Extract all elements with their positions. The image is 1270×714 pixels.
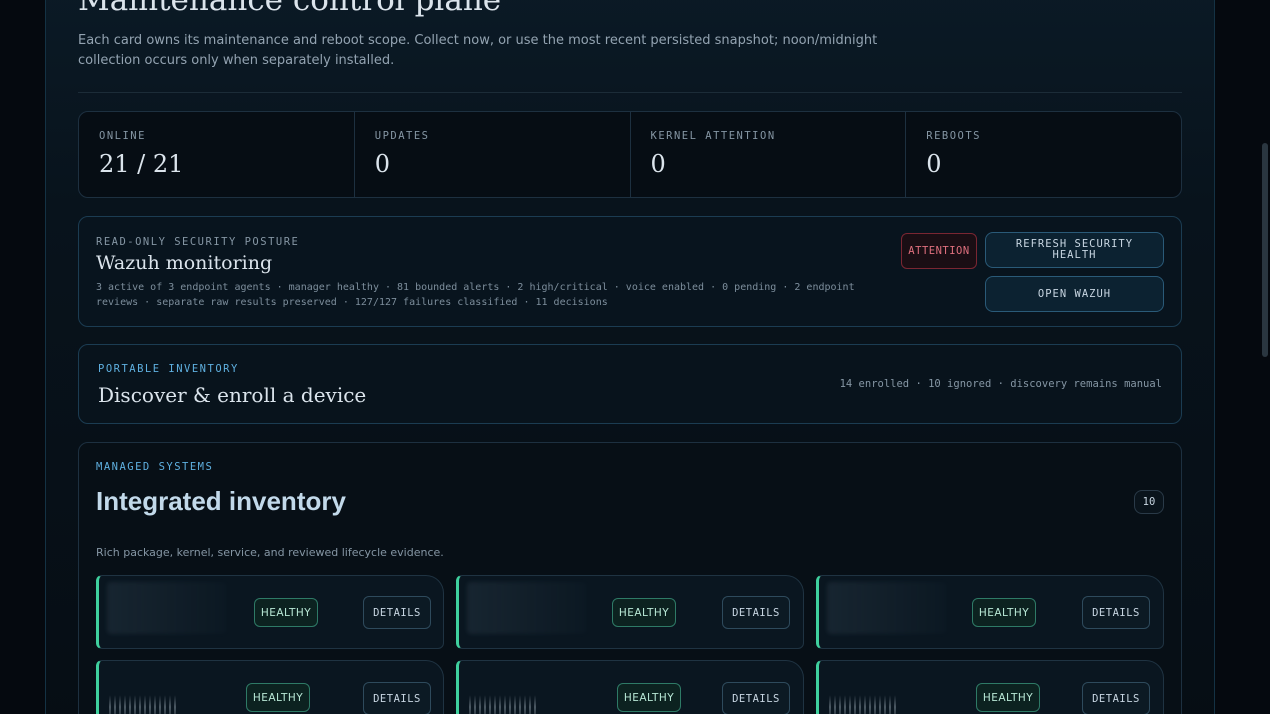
stat-label: UPDATES — [374, 130, 430, 142]
system-card: HEALTHY DETAILS — [96, 660, 444, 714]
stat-value: 0 — [650, 150, 666, 178]
security-posture-card: READ-ONLY SECURITY POSTURE Wazuh monitor… — [78, 216, 1182, 327]
refresh-security-health-button[interactable]: REFRESH SECURITY HEALTH — [985, 232, 1164, 268]
healthy-badge: HEALTHY — [976, 683, 1040, 712]
inventory-kicker: PORTABLE INVENTORY — [98, 363, 239, 375]
stat-label: REBOOTS — [926, 130, 982, 142]
stats-bar: ONLINE 21 / 21 UPDATES 0 KERNEL ATTENTIO… — [78, 111, 1182, 198]
managed-title: Integrated inventory — [96, 486, 346, 516]
inventory-title: Discover & enroll a device — [98, 383, 367, 407]
portable-inventory-card[interactable]: PORTABLE INVENTORY Discover & enroll a d… — [78, 344, 1182, 424]
healthy-badge: HEALTHY — [617, 683, 681, 712]
healthy-badge: HEALTHY — [246, 683, 310, 712]
details-button[interactable]: DETAILS — [1082, 682, 1150, 714]
details-button[interactable]: DETAILS — [722, 682, 790, 714]
details-button[interactable]: DETAILS — [363, 596, 431, 629]
open-wazuh-button[interactable]: OPEN WAZUH — [985, 276, 1164, 312]
redacted-hostname — [107, 582, 227, 634]
system-card: HEALTHY DETAILS — [816, 575, 1164, 649]
stat-online: ONLINE 21 / 21 — [79, 112, 355, 197]
page-subtitle: Each card owns its maintenance and reboo… — [78, 33, 878, 68]
healthy-badge: HEALTHY — [254, 598, 318, 627]
system-card: HEALTHY DETAILS — [96, 575, 444, 649]
stat-value: 0 — [926, 150, 942, 178]
page-title: Maintenance control plane — [78, 0, 502, 18]
security-title: Wazuh monitoring — [96, 252, 273, 274]
stat-value: 0 — [374, 150, 391, 178]
redacted-hostname — [467, 582, 587, 634]
stat-kernel-attention: KERNEL ATTENTION 0 — [631, 112, 907, 197]
redacted-barcode — [109, 695, 179, 714]
security-kicker: READ-ONLY SECURITY POSTURE — [96, 236, 300, 248]
managed-count-badge: 10 — [1134, 490, 1164, 514]
stat-label: ONLINE — [99, 130, 146, 142]
system-card: HEALTHY DETAILS — [456, 575, 804, 649]
scrollbar-track[interactable] — [1260, 0, 1270, 714]
stat-updates: UPDATES 0 — [355, 112, 631, 197]
stat-value: 21 / 21 — [99, 150, 184, 178]
system-card: HEALTHY DETAILS — [456, 660, 804, 714]
system-card: HEALTHY DETAILS — [816, 660, 1164, 714]
header-divider — [78, 92, 1182, 93]
details-button[interactable]: DETAILS — [722, 596, 790, 629]
stat-reboots: REBOOTS 0 — [906, 112, 1181, 197]
scrollbar-thumb[interactable] — [1262, 143, 1268, 357]
managed-description: Rich package, kernel, service, and revie… — [96, 546, 444, 559]
details-button[interactable]: DETAILS — [363, 682, 431, 714]
inventory-meta: 14 enrolled · 10 ignored · discovery rem… — [839, 378, 1162, 390]
redacted-barcode — [469, 695, 539, 714]
managed-kicker: MANAGED SYSTEMS — [96, 461, 214, 473]
stat-label: KERNEL ATTENTION — [650, 130, 776, 142]
redacted-barcode — [829, 695, 899, 714]
details-button[interactable]: DETAILS — [1082, 596, 1150, 629]
healthy-badge: HEALTHY — [972, 598, 1036, 627]
redacted-hostname — [827, 582, 947, 634]
healthy-badge: HEALTHY — [612, 598, 676, 627]
security-description: 3 active of 3 endpoint agents · manager … — [96, 282, 855, 308]
attention-badge: ATTENTION — [901, 233, 977, 269]
